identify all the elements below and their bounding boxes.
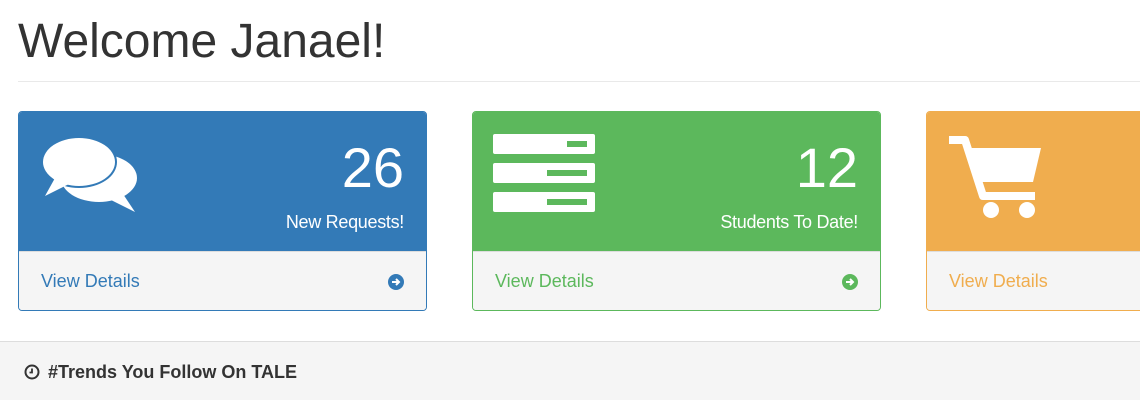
students-panel: 12 Students To Date! View Details xyxy=(472,111,881,311)
view-details-label: View Details xyxy=(495,271,594,291)
trends-title: #Trends You Follow On TALE xyxy=(48,362,298,382)
page-title: Welcome Janael! xyxy=(18,15,386,68)
title-divider xyxy=(18,81,1140,82)
students-caption: Students To Date! xyxy=(720,212,858,232)
panel-heading: 26 New Requests! xyxy=(19,112,426,253)
arrow-circle-right-icon xyxy=(388,274,404,295)
server-icon xyxy=(493,134,597,219)
view-details-label: View Details xyxy=(949,271,1048,291)
orders-panel: View Details xyxy=(926,111,1140,311)
view-details-link[interactable]: View Details xyxy=(19,251,426,310)
new-requests-panel: 26 New Requests! View Details xyxy=(18,111,427,311)
requests-count: 26 xyxy=(341,136,404,199)
view-details-label: View Details xyxy=(41,271,140,291)
trends-panel-heading: #Trends You Follow On TALE xyxy=(0,341,1140,400)
requests-caption: New Requests! xyxy=(285,212,404,232)
panel-heading: 12 Students To Date! xyxy=(473,112,880,253)
comments-icon xyxy=(39,134,143,219)
students-count: 12 xyxy=(795,136,858,199)
view-details-link[interactable]: View Details xyxy=(927,251,1140,310)
panel-heading xyxy=(927,112,1140,253)
clock-icon xyxy=(24,364,40,385)
view-details-link[interactable]: View Details xyxy=(473,251,880,310)
shopping-cart-icon xyxy=(947,134,1047,225)
dashboard-page: Welcome Janael! 26 New Requests! View De… xyxy=(0,0,1140,400)
arrow-circle-right-icon xyxy=(842,274,858,295)
